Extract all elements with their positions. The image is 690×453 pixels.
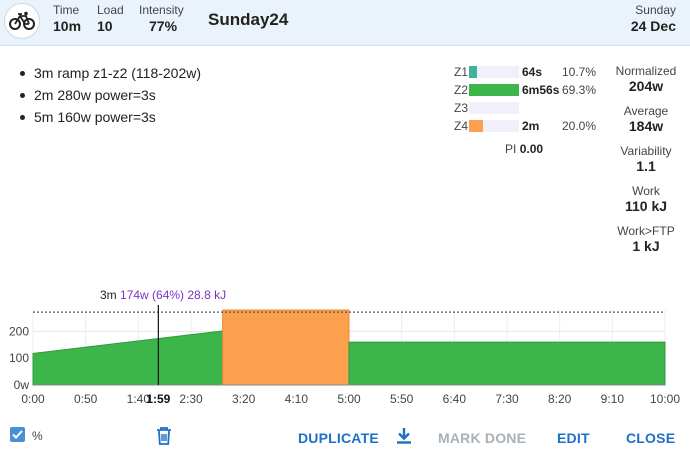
x-tick-label: 7:30 — [495, 392, 519, 406]
time-label: Time — [53, 3, 80, 17]
intensity-label: Intensity — [139, 3, 184, 17]
edit-button[interactable]: EDIT — [557, 430, 590, 446]
x-tick-label: 9:10 — [601, 392, 625, 406]
metric-label: Variability — [620, 144, 672, 158]
zone-percent: 20.0% — [561, 119, 596, 133]
zone-track — [469, 84, 519, 96]
x-tick-label: 4:10 — [285, 392, 309, 406]
zone-time: 2m — [522, 119, 540, 133]
intensity-value: 77% — [149, 18, 178, 34]
zone-bar — [469, 84, 519, 96]
y-tick-label: 100 — [9, 351, 29, 365]
cursor-readout: 3m 174w (64%) 28.8 kJ — [100, 288, 226, 302]
x-tick-label: 3:20 — [232, 392, 256, 406]
intensity-stat: Intensity 77% — [139, 3, 184, 34]
metric-label: Work>FTP — [617, 224, 675, 238]
work-over-ftp-metric: Work>FTP 1 kJ — [606, 224, 686, 254]
y-tick-label: 200 — [9, 324, 29, 338]
zone-percent: 10.7% — [561, 65, 596, 79]
bicycle-icon — [4, 3, 40, 39]
checkmark-icon — [12, 430, 23, 439]
zone-row-z4: Z4 2m 20.0% — [452, 118, 602, 136]
metric-value: 204w — [628, 78, 664, 94]
power-segment — [348, 341, 666, 386]
mark-done-button[interactable]: MARK DONE — [438, 430, 526, 446]
action-bar: % DUPLICATE MARK DONE EDIT CLOSE — [0, 420, 690, 453]
pi-label: PI — [505, 142, 517, 156]
zone-track — [469, 102, 519, 114]
zone-distribution: Z1 64s 10.7% Z2 6m56s 69.3% Z3 Z4 2m 20.… — [452, 64, 602, 136]
zone-percent: 69.3% — [561, 83, 596, 97]
close-button[interactable]: CLOSE — [626, 430, 675, 446]
download-icon[interactable] — [396, 427, 412, 450]
time-stat: Time 10m — [53, 3, 81, 34]
x-tick-label: 0:50 — [74, 392, 98, 406]
work-metric: Work 110 kJ — [606, 184, 686, 214]
zone-row-z1: Z1 64s 10.7% — [452, 64, 602, 82]
metric-value: 1 kJ — [632, 238, 660, 254]
metric-label: Work — [632, 184, 660, 198]
x-tick-label: 5:50 — [390, 392, 414, 406]
day-of-week: Sunday — [635, 3, 676, 17]
x-tick-label: 10:00 — [650, 392, 680, 406]
day-month: 24 Dec — [630, 18, 676, 34]
x-tick-label: 0:00 — [21, 392, 45, 406]
zone-name: Z4 — [454, 119, 469, 133]
load-label: Load — [97, 3, 124, 17]
zone-time: 64s — [522, 65, 543, 79]
workout-header: Time 10m Load 10 Intensity 77% Sunday24 … — [0, 0, 690, 46]
duplicate-button[interactable]: DUPLICATE — [298, 430, 379, 446]
zone-name: Z2 — [454, 83, 469, 97]
workout-metrics: Normalized 204w Average 184w Variability… — [606, 64, 686, 264]
step-item: 5m 160w power=3s — [20, 106, 201, 128]
x-tick-label: 8:20 — [548, 392, 572, 406]
trash-icon[interactable] — [156, 426, 172, 451]
metric-value: 184w — [628, 118, 664, 134]
power-segment — [222, 309, 350, 386]
step-item: 2m 280w power=3s — [20, 84, 201, 106]
metric-value: 110 kJ — [624, 198, 668, 214]
zone-row-z2: Z2 6m56s 69.3% — [452, 82, 602, 100]
zone-time: 6m56s — [522, 83, 560, 97]
normalized-metric: Normalized 204w — [606, 64, 686, 94]
zone-bar — [469, 66, 477, 78]
zone-bar — [469, 120, 484, 132]
zone-row-z3: Z3 — [452, 100, 602, 118]
time-value: 10m — [53, 18, 82, 34]
load-value: 10 — [97, 18, 113, 34]
x-tick-label: 2:30 — [179, 392, 203, 406]
y-tick-label: 0w — [14, 378, 30, 392]
percent-checkbox[interactable] — [10, 427, 25, 442]
zone-name: Z3 — [454, 101, 469, 115]
variability-metric: Variability 1.1 — [606, 144, 686, 174]
x-tick-label: 5:00 — [337, 392, 361, 406]
cursor-time-label: 1:59 — [146, 392, 170, 406]
load-stat: Load 10 — [97, 3, 124, 34]
power-segment — [32, 330, 224, 386]
metric-label: Average — [623, 104, 669, 118]
workout-power-chart[interactable]: 0w1002000:00 0:50 1:40 2:30 3:20 4:10 5:00 5:50… — [0, 305, 690, 410]
x-tick-label: 6:40 — [443, 392, 467, 406]
workout-title: Sunday24 — [208, 10, 289, 29]
zone-track — [469, 66, 519, 78]
average-metric: Average 184w — [606, 104, 686, 134]
cursor-detail: 174w (64%) 28.8 kJ — [120, 288, 227, 302]
workout-steps: 3m ramp z1-z2 (118-202w) 2m 280w power=3… — [20, 62, 201, 128]
percent-checkbox-label: % — [32, 429, 43, 443]
workout-date: Sunday 24 Dec — [631, 3, 676, 34]
zone-name: Z1 — [454, 65, 469, 79]
metric-label: Normalized — [615, 64, 677, 78]
metric-value: 1.1 — [636, 158, 656, 174]
pi-stat: PI 0.00 — [505, 142, 543, 156]
step-item: 3m ramp z1-z2 (118-202w) — [20, 62, 201, 84]
pi-value: 0.00 — [519, 142, 544, 156]
cursor-duration: 3m — [100, 288, 117, 302]
zone-track — [469, 120, 519, 132]
